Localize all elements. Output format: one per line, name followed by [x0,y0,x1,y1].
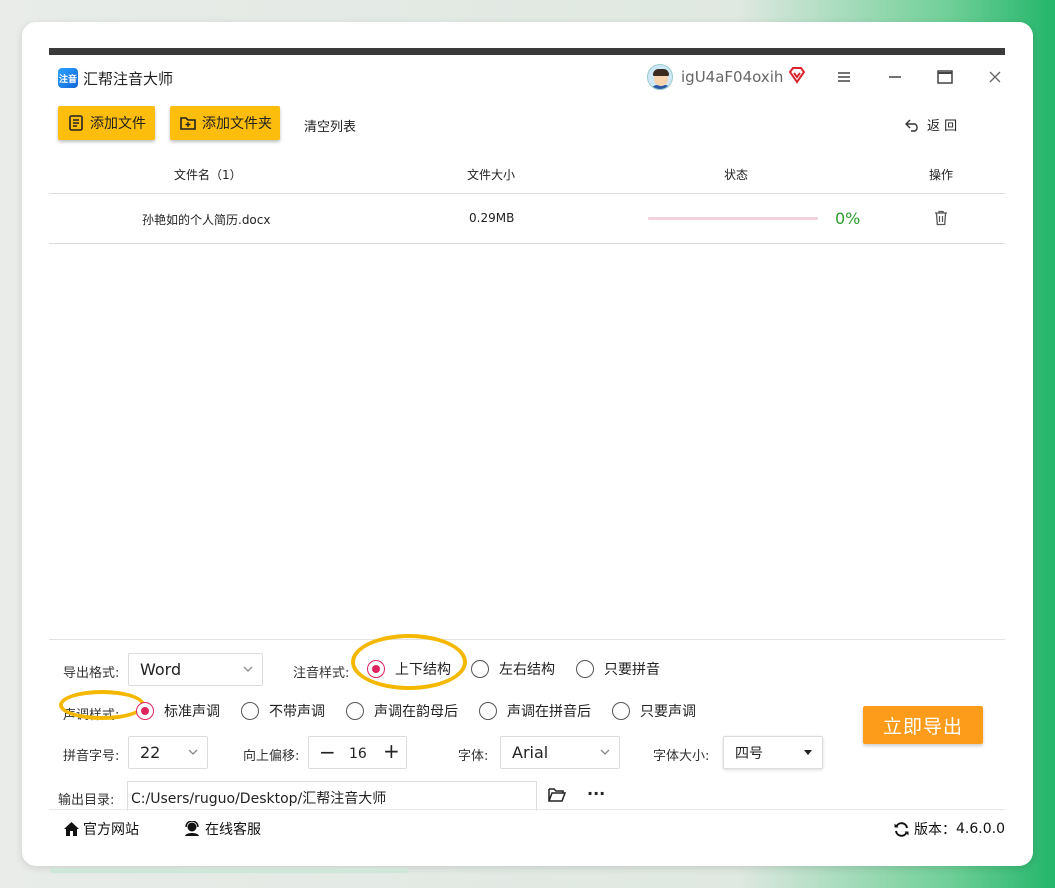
home-icon [64,822,79,836]
app-title: 汇帮注音大师 [83,70,174,88]
col-filename: 文件名（1） [174,168,242,182]
radio-tone-only[interactable]: 只要声调 [612,701,696,721]
file-icon [69,115,83,131]
radio-annotation-top-bottom[interactable]: 上下结构 [367,659,451,679]
caret-down-icon [804,750,812,755]
radio-label: 上下结构 [395,662,451,678]
pinyin-size-value: 22 [140,743,161,762]
app-window: 注音 汇帮注音大师 igU4aF04oxih 添加文件 添加文件夹 清空列表 返… [49,48,1005,846]
pinyin-size-select[interactable]: 22 [128,736,208,769]
chevron-down-icon [600,749,610,755]
maximize-icon[interactable] [933,65,957,89]
menu-icon[interactable] [832,65,856,89]
col-filesize: 文件大小 [467,168,516,182]
row-filesize: 0.29MB [469,211,515,225]
radio-label: 只要拼音 [604,662,660,678]
refresh-icon [894,821,909,837]
title-bar: 注音 汇帮注音大师 igU4aF04oxih [49,55,1005,98]
col-status: 状态 [724,168,749,182]
footer: 官方网站 在线客服 版本： 4.6.0.0 [49,809,1005,853]
output-dir-input[interactable]: C:/Users/ruguo/Desktop/汇帮注音大师 [127,781,537,811]
version-info[interactable]: 版本： 4.6.0.0 [893,819,1005,839]
online-support-label: 在线客服 [205,822,261,838]
settings-panel: 导出格式: Word 注音样式: 上下结构 左右结构 只要拼音 声调样式: 标准… [49,634,1005,811]
radio-label: 标准声调 [164,704,220,720]
more-options-button[interactable]: ··· [587,784,605,803]
username[interactable]: igU4aF04oxih [681,68,783,86]
minimize-icon[interactable] [883,65,907,89]
app-logo-text: 注音 [58,74,77,85]
export-now-button[interactable]: 立即导出 [863,706,983,744]
table-row[interactable]: 孙艳如的个人简历.docx 0.29MB 0% [49,194,1005,244]
font-size-select[interactable]: 四号 [723,736,823,769]
tone-style-label: 声调样式: [63,708,120,723]
taskbar-strip [50,868,408,873]
radio-annotation-left-right[interactable]: 左右结构 [471,659,555,679]
export-format-value: Word [140,660,182,679]
offset-label: 向上偏移: [243,749,300,764]
back-button[interactable]: 返 回 [905,115,957,134]
trash-icon[interactable] [934,210,948,226]
add-file-label: 添加文件 [90,116,146,132]
file-table-header: 文件名（1） 文件大小 状态 操作 [49,152,1005,194]
radio-label: 声调在拼音后 [507,704,591,720]
radio-circle [479,702,497,720]
annotation-style-label: 注音样式: [293,666,350,681]
font-size-value: 四号 [735,745,763,762]
export-format-label: 导出格式: [63,666,120,681]
version-number: 4.6.0.0 [956,821,1005,837]
online-support-link[interactable]: 在线客服 [183,819,261,839]
radio-circle [136,702,154,720]
add-folder-button[interactable]: 添加文件夹 [170,106,280,140]
radio-label: 不带声调 [269,704,325,720]
output-dir-label: 输出目录: [58,793,115,808]
chevron-down-icon [188,749,198,755]
radio-tone-none[interactable]: 不带声调 [241,701,325,721]
chevron-down-icon [243,666,253,672]
font-value: Arial [512,743,549,762]
radio-circle [612,702,630,720]
row-filename: 孙艳如的个人简历.docx [142,213,271,227]
version-label: 版本： [914,822,956,838]
folder-add-icon [180,117,196,130]
radio-tone-standard[interactable]: 标准声调 [136,701,220,721]
radio-circle [241,702,259,720]
radio-circle [346,702,364,720]
user-avatar[interactable] [647,64,673,90]
toolbar: 添加文件 添加文件夹 清空列表 返 回 [49,98,1005,148]
radio-label: 声调在韵母后 [374,704,458,720]
decrement-button[interactable]: − [319,740,336,764]
increment-button[interactable]: + [383,739,400,763]
progress-percent: 0% [835,209,861,228]
add-file-button[interactable]: 添加文件 [58,106,155,140]
folder-open-icon[interactable] [548,787,566,802]
offset-value[interactable]: 16 [349,746,367,762]
radio-label: 左右结构 [499,662,555,678]
official-website-link[interactable]: 官方网站 [63,819,139,839]
back-arrow-icon [905,119,918,132]
font-size-label: 字体大小: [653,749,710,764]
radio-tone-after-final[interactable]: 声调在韵母后 [346,701,458,721]
col-action: 操作 [929,168,954,182]
offset-stepper[interactable]: − 16 + [308,736,407,769]
support-agent-icon [185,821,199,836]
official-website-label: 官方网站 [83,822,139,838]
radio-annotation-pinyin-only[interactable]: 只要拼音 [576,659,660,679]
radio-label: 只要声调 [640,704,696,720]
radio-circle [576,660,594,678]
radio-tone-after-pinyin[interactable]: 声调在拼音后 [479,701,591,721]
close-icon[interactable] [983,65,1007,89]
back-label: 返 回 [927,119,958,134]
font-label: 字体: [458,749,489,764]
radio-circle [367,660,385,678]
clear-list-button[interactable]: 清空列表 [304,116,356,135]
progress-bar [648,217,818,220]
pinyin-size-label: 拼音字号: [63,749,120,764]
vip-diamond-icon[interactable] [788,66,806,84]
font-select[interactable]: Arial [500,736,620,769]
add-folder-label: 添加文件夹 [202,116,272,132]
export-format-select[interactable]: Word [128,653,263,686]
app-logo-icon: 注音 [58,68,78,88]
radio-circle [471,660,489,678]
